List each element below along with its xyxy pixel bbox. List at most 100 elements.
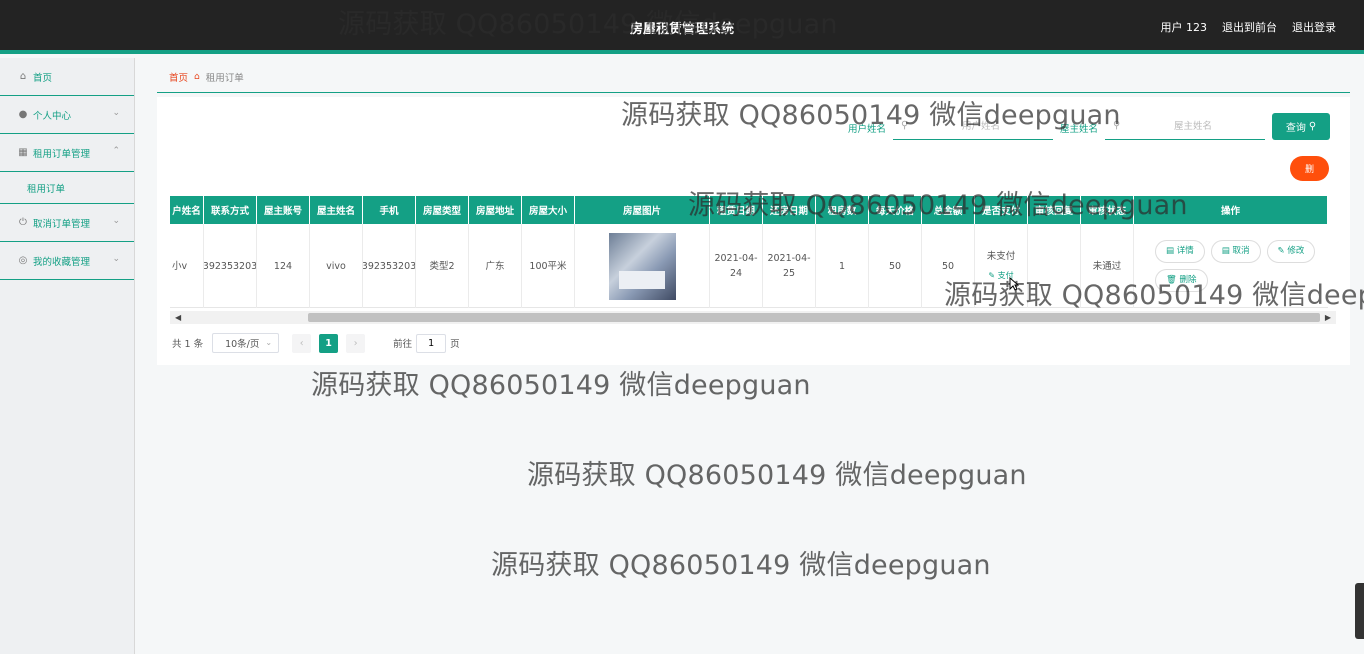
sidebar-item-rental-order-management[interactable]: ▦ 租用订单管理 ⌃ — [0, 134, 134, 172]
sidebar-item-cancel-order-management[interactable]: ⏻ 取消订单管理 ⌄ — [0, 204, 134, 242]
search-icon: ⚲ — [1308, 121, 1317, 132]
edit-icon: ✎ — [1277, 246, 1285, 256]
owner-name-label: 屋主姓名 — [1060, 124, 1099, 135]
header-links: 用户 123 退出到前台 退出登录 — [1161, 19, 1337, 35]
page-number-button[interactable]: 1 — [319, 333, 339, 353]
cell-reply — [1028, 224, 1081, 308]
total-count: 共 1 条 — [172, 339, 204, 350]
breadcrumb-home[interactable]: 首页 — [169, 70, 188, 84]
column-header: 房屋图片 — [575, 196, 710, 224]
sidebar: ⌂ 首页 ● 个人中心 ⌄ ▦ 租用订单管理 ⌃ 租用订单 ⏻ 取消订单管理 ⌄… — [0, 58, 135, 654]
cell-address: 广东 — [469, 224, 522, 308]
table-row: 小v 13923532031 124 vivo 13923532032 类型2 … — [170, 224, 1328, 308]
chevron-left-icon: ‹ — [299, 337, 304, 349]
page-size-select[interactable]: 10条/页 ⌄ — [212, 333, 280, 353]
goto-label: 前往 — [393, 339, 413, 350]
sidebar-item-label: 租用订单管理 — [33, 148, 91, 160]
sidebar-item-label: 个人中心 — [33, 110, 72, 122]
chevron-right-icon: › — [353, 337, 358, 349]
sidebar-subitem-rental-orders[interactable]: 租用订单 — [0, 172, 134, 204]
chevron-down-icon: ⌄ — [112, 254, 120, 264]
column-header: 手机 — [363, 196, 416, 224]
sidebar-item-personal-center[interactable]: ● 个人中心 ⌄ — [0, 96, 134, 134]
home-icon: ⌂ — [194, 72, 200, 82]
user-icon: ● — [18, 109, 28, 120]
cell-owner-account: 124 — [257, 224, 310, 308]
bulk-delete-button[interactable]: 删 — [1290, 156, 1329, 181]
paid-status: 未支付 — [986, 251, 1016, 262]
edit-icon: ✎ — [988, 271, 996, 280]
cancel-button[interactable]: ▤ 取消 — [1210, 240, 1261, 263]
document-icon: ▤ — [1221, 246, 1230, 256]
column-header: 总金额 — [922, 196, 975, 224]
column-header: 户姓名 — [170, 196, 204, 224]
cell-actions: ▤ 详情 ▤ 取消 ✎ 修改 🗑 删除 — [1134, 224, 1328, 308]
document-icon: ▤ — [1166, 246, 1175, 256]
watermark-text: 源码获取 QQ86050149 微信deepguan — [311, 370, 811, 401]
sidebar-item-home[interactable]: ⌂ 首页 — [0, 58, 134, 96]
column-header: 还房日期 — [763, 196, 816, 224]
cell-owner-name: vivo — [310, 224, 363, 308]
top-navbar: 房屋租赁管理系统 用户 123 退出到前台 退出登录 — [0, 0, 1364, 54]
detail-button[interactable]: ▤ 详情 — [1155, 240, 1205, 263]
cell-count: 1 — [816, 224, 869, 308]
column-header: 屋主账号 — [257, 196, 310, 224]
watermark-text: 源码获取 QQ86050149 微信deepguan — [491, 550, 991, 581]
floating-edge-widget[interactable] — [1355, 583, 1364, 639]
page-size-value: 10条/页 — [225, 339, 260, 350]
cell-daily-price: 50 — [869, 224, 922, 308]
search-icon: ⚲ — [901, 120, 909, 131]
house-photo[interactable] — [608, 232, 676, 300]
prev-page-button[interactable]: ‹ — [292, 333, 312, 353]
sidebar-item-label: 租用订单 — [27, 183, 66, 195]
horizontal-scrollbar[interactable]: ◀ ▶ — [170, 311, 1336, 324]
scrollbar-thumb[interactable] — [308, 313, 1320, 322]
trash-icon: 🗑 — [1166, 275, 1177, 285]
compass-icon: ◎ — [18, 255, 28, 266]
chevron-down-icon: ⌄ — [265, 338, 273, 347]
column-header: 是否支付 — [975, 196, 1028, 224]
cell-paid: 未支付 ✎ 支付 — [975, 224, 1028, 308]
goto-page-input[interactable] — [416, 333, 447, 353]
sidebar-item-label: 首页 — [33, 72, 53, 84]
column-header: 租赁日期 — [710, 196, 763, 224]
sidebar-item-label: 我的收藏管理 — [33, 256, 91, 268]
delete-button[interactable]: 🗑 删除 — [1155, 269, 1208, 292]
logout-link[interactable]: 退出登录 — [1292, 19, 1336, 35]
column-header: 审核回复 — [1028, 196, 1081, 224]
column-header: 房屋类型 — [416, 196, 469, 224]
chevron-down-icon: ⌄ — [112, 216, 120, 226]
query-button[interactable]: 查询 ⚲ — [1272, 113, 1330, 140]
column-header: 操作 — [1134, 196, 1328, 224]
chevron-down-icon: ⌄ — [112, 108, 120, 118]
cell-rent-date: 2021-04-24 — [710, 224, 763, 308]
current-user-label[interactable]: 用户 123 — [1161, 19, 1208, 35]
home-icon: ⌂ — [19, 71, 27, 82]
chevron-up-icon: ⌃ — [112, 146, 120, 156]
cell-contact: 13923532031 — [204, 224, 257, 308]
cell-total: 50 — [922, 224, 975, 308]
breadcrumb-current: 租用订单 — [205, 73, 244, 84]
scroll-left-icon[interactable]: ◀ — [175, 313, 181, 322]
column-header: 房屋大小 — [522, 196, 575, 224]
cell-house-type: 类型2 — [416, 224, 469, 308]
delete-button-label: 删除 — [1179, 275, 1197, 285]
scroll-right-icon[interactable]: ▶ — [1325, 313, 1331, 322]
owner-name-input[interactable] — [1129, 117, 1257, 135]
cell-return-date: 2021-04-25 — [763, 224, 816, 308]
search-icon: ⚲ — [1113, 120, 1121, 131]
cell-phone: 13923532032 — [363, 224, 416, 308]
column-header: 房屋地址 — [469, 196, 522, 224]
owner-name-search: ⚲ — [1105, 114, 1265, 140]
page-suffix: 页 — [450, 339, 460, 350]
detail-button-label: 详情 — [1176, 246, 1194, 256]
edit-button[interactable]: ✎ 修改 — [1266, 240, 1316, 263]
back-to-frontend-link[interactable]: 退出到前台 — [1222, 19, 1277, 35]
next-page-button[interactable]: › — [346, 333, 366, 353]
sidebar-item-favorites-management[interactable]: ◎ 我的收藏管理 ⌄ — [0, 242, 134, 280]
cell-house-image — [575, 224, 710, 308]
user-name-input[interactable] — [917, 117, 1045, 135]
query-button-label: 查询 — [1285, 123, 1306, 134]
app-title: 房屋租赁管理系统 — [629, 22, 734, 37]
grid-icon: ▦ — [18, 147, 28, 158]
